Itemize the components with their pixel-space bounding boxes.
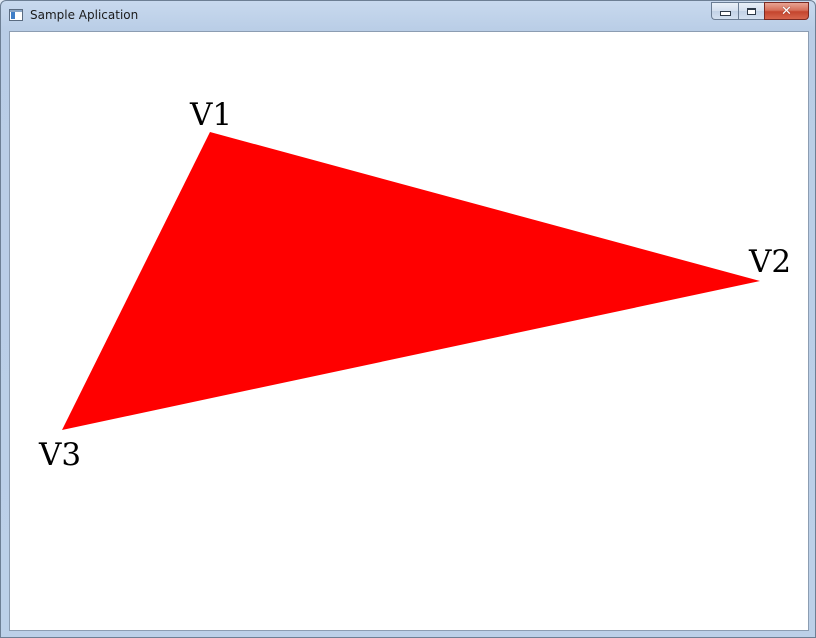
minimize-button[interactable] bbox=[711, 2, 738, 20]
vertex-label-v1: V1 bbox=[189, 97, 232, 133]
app-icon[interactable] bbox=[9, 9, 23, 21]
maximize-icon bbox=[747, 7, 756, 15]
vertex-label-v2: V2 bbox=[748, 244, 791, 280]
close-icon: ✕ bbox=[781, 3, 792, 19]
minimize-icon bbox=[719, 11, 731, 16]
title-bar[interactable]: Sample Aplication ✕ bbox=[1, 1, 815, 30]
drawing-canvas: V1 V2 V3 bbox=[38, 97, 791, 473]
close-button[interactable]: ✕ bbox=[764, 2, 809, 20]
application-window: Sample Aplication ✕ V1 V2 V3 bbox=[0, 0, 816, 638]
window-title: Sample Aplication bbox=[30, 8, 139, 22]
vertex-label-v3: V3 bbox=[38, 437, 81, 473]
client-area: V1 V2 V3 bbox=[9, 31, 809, 631]
red-triangle bbox=[62, 132, 760, 430]
maximize-button[interactable] bbox=[738, 2, 764, 20]
caption-buttons: ✕ bbox=[711, 2, 809, 21]
